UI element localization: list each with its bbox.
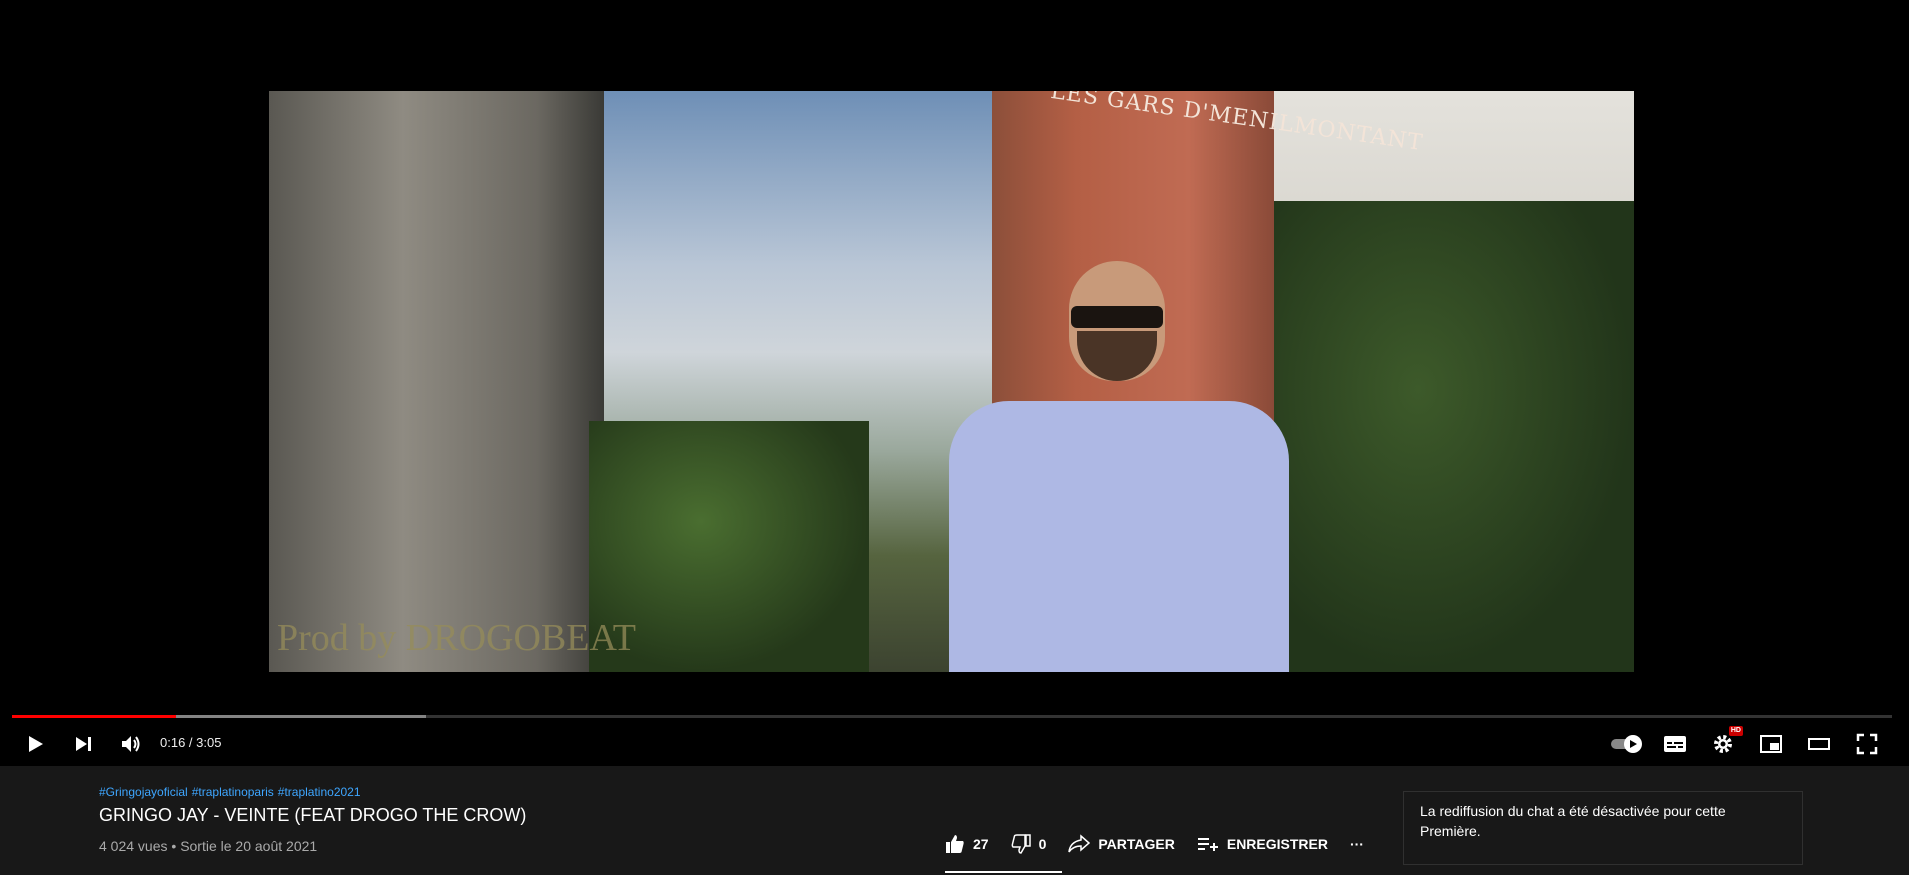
volume-button[interactable] (115, 728, 147, 760)
release-date: Sortie le 20 août 2021 (180, 838, 318, 854)
meta-separator: • (171, 838, 177, 854)
subtitles-icon (1664, 736, 1686, 752)
fullscreen-icon (1856, 733, 1878, 755)
settings-icon (1714, 735, 1732, 753)
play-icon (29, 736, 43, 752)
more-actions-button[interactable]: ··· (1350, 836, 1364, 852)
person-sunglasses (1071, 306, 1163, 328)
progress-bar[interactable] (12, 715, 1892, 718)
like-button[interactable]: 27 (945, 834, 989, 854)
dislike-count: 0 (1038, 836, 1047, 852)
more-icon: ··· (1349, 836, 1364, 852)
video-player[interactable]: LES GARS D'MENILMONTANT Prod by DROGOBEA… (0, 0, 1909, 766)
theater-icon (1808, 738, 1830, 750)
share-label: PARTAGER (1098, 836, 1175, 852)
hashtag-link[interactable]: #traplatinoparis (192, 785, 274, 799)
share-icon (1068, 834, 1091, 853)
next-icon (76, 737, 91, 751)
hashtag-link[interactable]: #traplatino2021 (278, 785, 361, 799)
play-button[interactable] (19, 728, 51, 760)
person-shirt (949, 401, 1289, 672)
miniplayer-button[interactable] (1755, 728, 1787, 760)
video-building-left (269, 91, 604, 672)
hashtag-link[interactable]: #Gringojayoficial (99, 785, 188, 799)
dislike-button[interactable]: 0 (1011, 834, 1047, 854)
player-controls: 0:16 / 3:05 HD (0, 722, 1909, 766)
share-button[interactable]: PARTAGER (1068, 834, 1175, 854)
thumbs-up-icon (946, 835, 964, 853)
view-count: 4 024 vues (99, 838, 168, 854)
hd-badge: HD (1728, 726, 1743, 736)
video-meta: 4 024 vues • Sortie le 20 août 2021 (99, 838, 317, 854)
chat-disabled-notice: La rediffusion du chat a été désactivée … (1403, 791, 1803, 865)
video-frame[interactable]: LES GARS D'MENILMONTANT Prod by DROGOBEA… (269, 91, 1634, 672)
video-watermark: Prod by DROGOBEAT (277, 617, 636, 659)
like-ratio-bar (945, 871, 1062, 873)
time-display: 0:16 / 3:05 (160, 735, 222, 750)
playlist-add-icon (1197, 838, 1218, 851)
save-button[interactable]: ENREGISTRER (1197, 834, 1328, 854)
action-bar: 27 0 PARTAGER ENREGISTRER ··· (945, 826, 1386, 862)
theater-button[interactable] (1803, 728, 1835, 760)
video-title: GRINGO JAY - VEINTE (FEAT DROGO THE CROW… (99, 805, 527, 825)
save-label: ENREGISTRER (1226, 836, 1328, 852)
next-button[interactable] (67, 728, 99, 760)
autoplay-toggle[interactable] (1609, 728, 1645, 760)
autoplay-toggle-icon (1611, 735, 1642, 753)
miniplayer-icon (1760, 735, 1782, 753)
video-person (949, 261, 1289, 672)
subtitles-button[interactable] (1659, 728, 1691, 760)
hashtags: #Gringojayoficial #traplatinoparis #trapla… (99, 785, 365, 799)
like-count: 27 (973, 836, 989, 852)
settings-button[interactable]: HD (1707, 726, 1743, 760)
fullscreen-button[interactable] (1851, 728, 1883, 760)
thumbs-down-icon (1011, 834, 1031, 854)
volume-icon (122, 736, 140, 752)
progress-played (12, 715, 176, 718)
chat-message: La rediffusion du chat a été désactivée … (1420, 803, 1726, 839)
video-trees-right (1274, 201, 1634, 672)
video-info: #Gringojayoficial #traplatinoparis #trapla… (0, 766, 1909, 875)
